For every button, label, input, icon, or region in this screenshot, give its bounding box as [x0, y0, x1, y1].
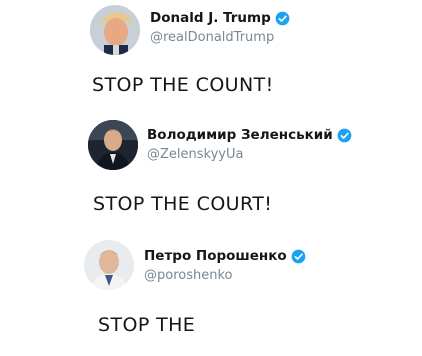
display-name[interactable]: Володимир Зеленський: [147, 127, 333, 143]
avatar-zelensky[interactable]: [88, 120, 138, 170]
user-handle[interactable]: @ZelenskyyUa: [147, 147, 243, 162]
verified-badge-icon: [275, 11, 290, 26]
display-name[interactable]: Петро Порошенко: [144, 248, 287, 264]
verified-badge-icon: [291, 249, 306, 264]
avatar-trump[interactable]: [90, 5, 140, 55]
tweet-text: STOP THE COURT!: [93, 193, 273, 215]
tweet-text: STOP THE: [98, 314, 196, 336]
avatar-poroshenko[interactable]: [84, 240, 134, 290]
user-handle[interactable]: @realDonaldTrump: [150, 30, 274, 45]
tweet-text: STOP THE COUNT!: [92, 74, 274, 96]
verified-badge-icon: [337, 128, 352, 143]
display-name[interactable]: Donald J. Trump: [150, 10, 271, 26]
user-handle[interactable]: @poroshenko: [144, 268, 233, 283]
